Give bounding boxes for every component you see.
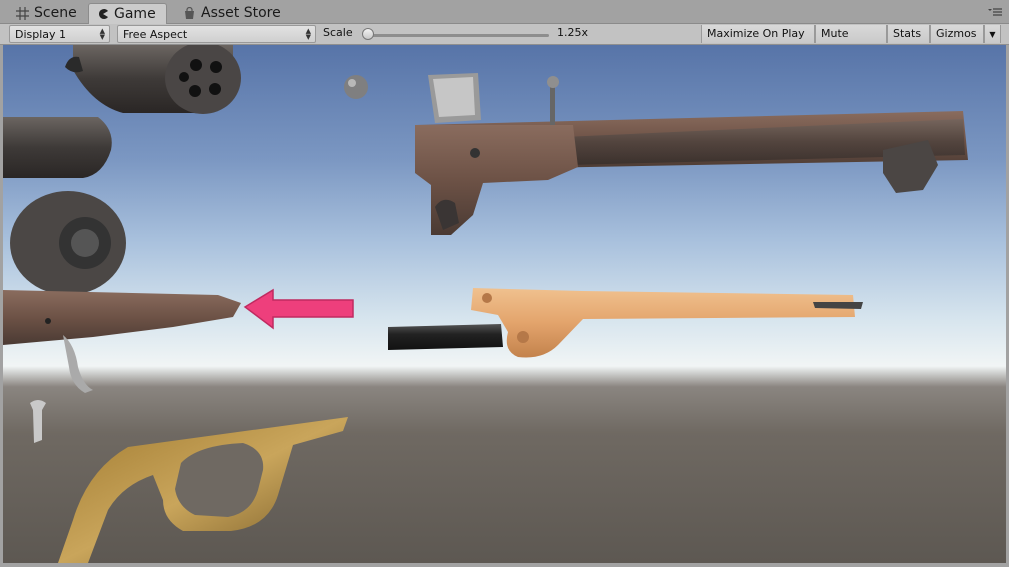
tab-game[interactable]: Game (88, 3, 167, 24)
stats-button[interactable]: Stats (887, 25, 930, 43)
scale-label: Scale (323, 26, 353, 39)
maximize-on-play-button[interactable]: Maximize On Play (701, 25, 815, 43)
up-down-arrows-icon: ▲ ▼ (305, 27, 311, 41)
stats-label: Stats (893, 27, 922, 40)
mute-audio-button[interactable]: Mute Audio (815, 25, 887, 58)
aspect-dropdown-value: Free Aspect (123, 28, 188, 41)
shopping-bag-icon (183, 6, 196, 20)
gizmos-label: Gizmos (936, 27, 977, 40)
maximize-on-play-label: Maximize On Play (707, 27, 805, 40)
frame-assembly (3, 191, 241, 393)
highlighted-loading-lever (471, 288, 863, 358)
tab-scene-label: Scene (34, 5, 77, 21)
display-dropdown[interactable]: Display 1 ▲ ▼ (9, 25, 110, 43)
scale-value: 1.25x (557, 26, 589, 39)
game-viewport[interactable] (3, 45, 1006, 563)
chevron-down-icon: ▼ (989, 30, 996, 39)
scale-slider-thumb[interactable] (362, 28, 374, 40)
aspect-dropdown[interactable]: Free Aspect ▲ ▼ (117, 25, 316, 43)
up-down-arrows-icon: ▲ ▼ (99, 27, 105, 41)
highlight-arrow-icon (243, 288, 354, 330)
brass-trigger-guard (58, 417, 348, 563)
screw-part (30, 400, 46, 443)
gizmos-button[interactable]: Gizmos (930, 25, 984, 43)
loading-rod (388, 324, 503, 350)
tab-scene[interactable]: Scene (8, 3, 85, 23)
window-tab-bar: Scene Game Asset Store (0, 0, 1009, 24)
tab-asset-store-label: Asset Store (201, 5, 281, 21)
display-dropdown-value: Display 1 (15, 28, 67, 41)
game-view-toolbar: Display 1 ▲ ▼ Free Aspect ▲ ▼ Scale 1.25x … (0, 24, 1009, 58)
scene-render (3, 45, 968, 563)
revolver-barrel-frame (415, 73, 968, 235)
tab-game-label: Game (114, 6, 156, 22)
ball-part (344, 75, 368, 99)
grid-icon (16, 6, 29, 20)
gizmos-dropdown-button[interactable]: ▼ (984, 25, 1001, 43)
tab-menu-icon[interactable] (987, 6, 1003, 18)
scale-slider-track[interactable] (367, 34, 549, 37)
revolver-cylinder (65, 45, 241, 114)
tab-asset-store[interactable]: Asset Store (175, 3, 289, 23)
barrel-piece (3, 117, 112, 178)
pacman-icon (97, 8, 109, 20)
